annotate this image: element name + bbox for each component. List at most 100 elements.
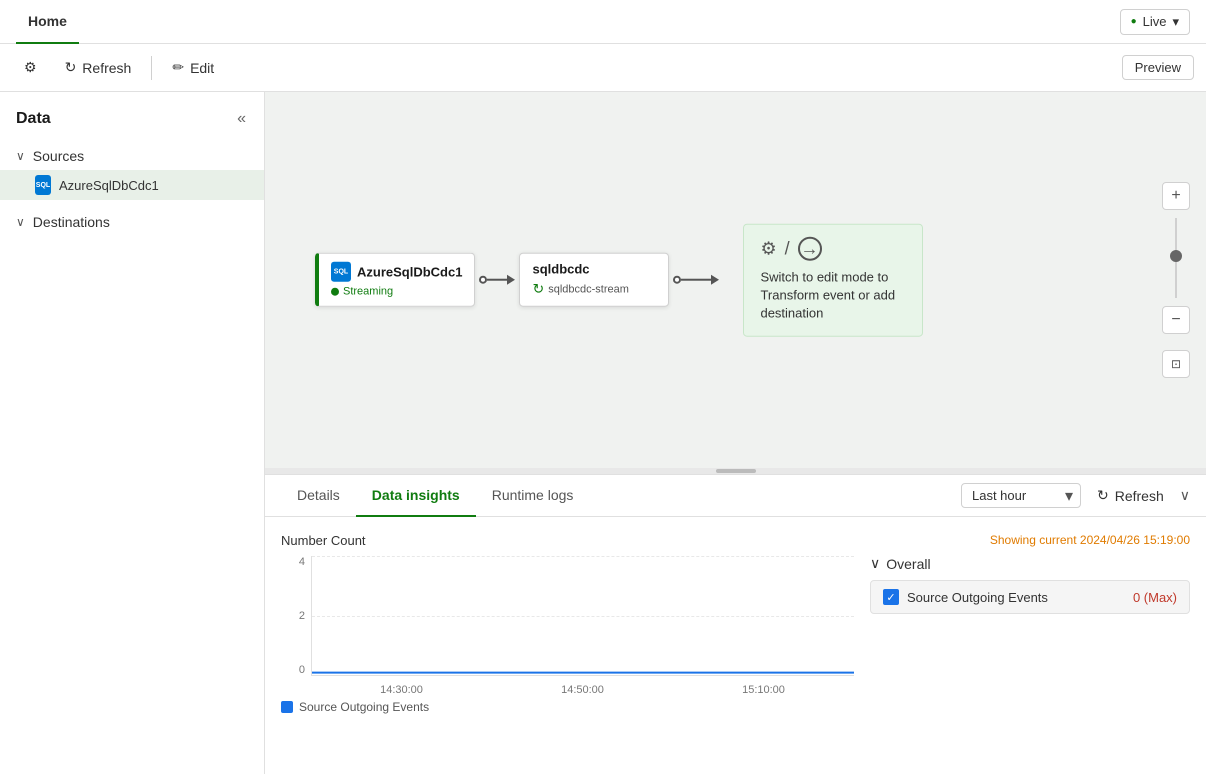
settings-button[interactable]: ⚙	[12, 53, 49, 82]
tab-runtime-logs[interactable]: Runtime logs	[476, 475, 590, 517]
chart-plot	[311, 556, 854, 676]
stream-icon: ↻	[532, 281, 544, 298]
canvas[interactable]: SQL AzureSqlDbCdc1 Streaming sq	[265, 92, 1206, 468]
tab-controls: Last hour Last 24 hours Last 7 days ↻ Re…	[961, 483, 1190, 508]
live-chevron-icon: ▾	[1172, 14, 1179, 30]
streaming-dot-icon	[331, 288, 339, 296]
source-node-title: SQL AzureSqlDbCdc1	[331, 262, 462, 282]
y-label-4: 4	[299, 556, 305, 568]
arrow-icon-1	[507, 275, 515, 285]
destinations-label: Destinations	[33, 214, 110, 230]
main-layout: Data « ∨ Sources SQL AzureSqlDbCdc1 ∨ De…	[0, 92, 1206, 774]
sidebar-title: Data	[16, 110, 51, 128]
source-node[interactable]: SQL AzureSqlDbCdc1 Streaming	[315, 253, 475, 307]
flow-container: SQL AzureSqlDbCdc1 Streaming sq	[315, 224, 923, 337]
refresh-icon: ↻	[65, 59, 77, 76]
panel-tabs: Details Data insights Runtime logs Last …	[265, 475, 1206, 517]
overall-chevron-icon: ∨	[870, 555, 880, 572]
overall-header[interactable]: ∨ Overall	[870, 555, 1190, 572]
preview-button[interactable]: Preview	[1122, 55, 1194, 80]
source-item-label: AzureSqlDbCdc1	[59, 178, 159, 193]
tooltip-gear-icon: ⚙	[760, 238, 776, 259]
chart-title: Number Count	[281, 533, 854, 548]
sources-chevron-icon: ∨	[16, 149, 25, 163]
toolbar: ⚙ ↻ Refresh ✏ Edit Preview	[0, 44, 1206, 92]
time-select[interactable]: Last hour Last 24 hours Last 7 days	[961, 483, 1081, 508]
live-badge[interactable]: ● Live ▾	[1120, 9, 1190, 35]
connector-1	[475, 275, 519, 285]
tab-home[interactable]: Home	[16, 0, 79, 44]
overall-section: ∨ Overall Source Outgoing Events 0 (Max)	[870, 555, 1190, 614]
tooltip-slash: /	[785, 238, 790, 259]
panel-expand-button[interactable]: ∨	[1180, 487, 1190, 504]
top-bar: Home ● Live ▾	[0, 0, 1206, 44]
stream-node-name: sqldbcdc	[532, 262, 656, 277]
zoom-thumb[interactable]	[1170, 250, 1182, 262]
zoom-controls: + − ⊡	[1162, 182, 1190, 378]
zoom-track[interactable]	[1175, 218, 1177, 298]
source-item-icon: SQL	[35, 177, 51, 193]
chart-area: Number Count 4 2 0	[265, 517, 1206, 774]
overall-label: Overall	[886, 556, 930, 572]
chart-left: Number Count 4 2 0	[281, 533, 854, 758]
metric-value: 0 (Max)	[1133, 590, 1177, 605]
chart-x-labels: 14:30:00 14:50:00 15:10:00	[311, 684, 854, 696]
arrow-icon-2	[711, 275, 719, 285]
chart-legend: Source Outgoing Events	[281, 700, 854, 714]
connector-2	[669, 275, 723, 285]
collapse-button[interactable]: «	[235, 108, 248, 130]
canvas-area: SQL AzureSqlDbCdc1 Streaming sq	[265, 92, 1206, 774]
y-label-2: 2	[299, 610, 305, 622]
resize-indicator	[716, 469, 756, 473]
panel-refresh-button[interactable]: ↻ Refresh	[1089, 483, 1172, 508]
sidebar-section-sources[interactable]: ∨ Sources	[0, 142, 264, 170]
connector-line-1	[487, 279, 507, 281]
legend-dot-icon	[281, 701, 293, 713]
connector-dot-right	[673, 276, 681, 284]
metric-checkbox[interactable]	[883, 589, 899, 605]
live-label: Live	[1143, 14, 1167, 29]
showing-text: Showing current 2024/04/26 15:19:00	[870, 533, 1190, 547]
tooltip-text: Switch to edit mode to Transform event o…	[760, 269, 906, 324]
source-node-status: Streaming	[331, 286, 462, 298]
y-label-0: 0	[299, 664, 305, 676]
zoom-out-button[interactable]: −	[1162, 306, 1190, 334]
edit-label: Edit	[190, 60, 214, 76]
panel-refresh-label: Refresh	[1115, 488, 1164, 504]
sidebar-header: Data «	[0, 104, 264, 142]
sidebar-section-destinations[interactable]: ∨ Destinations	[0, 208, 264, 236]
zoom-fit-button[interactable]: ⊡	[1162, 350, 1190, 378]
connector-dot-left	[479, 276, 487, 284]
destinations-chevron-icon: ∨	[16, 215, 25, 229]
live-dot-icon: ●	[1131, 16, 1137, 27]
tooltip-export-icon: →	[798, 237, 822, 261]
metric-row-source-outgoing: Source Outgoing Events 0 (Max)	[870, 580, 1190, 614]
chart-wrapper: 4 2 0	[281, 556, 854, 696]
tooltip-icons: ⚙ / →	[760, 237, 906, 261]
time-select-wrapper: Last hour Last 24 hours Last 7 days	[961, 483, 1081, 508]
tab-data-insights[interactable]: Data insights	[356, 475, 476, 517]
chart-right: Showing current 2024/04/26 15:19:00 ∨ Ov…	[870, 533, 1190, 758]
edit-icon: ✏	[172, 59, 184, 76]
sidebar-item-azuresqldbcdc1[interactable]: SQL AzureSqlDbCdc1	[0, 170, 264, 200]
x-label-2: 14:50:00	[561, 684, 604, 696]
edit-button[interactable]: ✏ Edit	[160, 53, 226, 82]
metric-name: Source Outgoing Events	[907, 590, 1125, 605]
grid-line-2	[312, 616, 854, 617]
refresh-label: Refresh	[82, 60, 131, 76]
stream-node-sub: ↻ sqldbcdc-stream	[532, 281, 656, 298]
panel-refresh-icon: ↻	[1097, 487, 1109, 504]
toolbar-separator	[151, 56, 152, 80]
legend-label: Source Outgoing Events	[299, 700, 429, 714]
grid-line-4	[312, 556, 854, 557]
tab-details[interactable]: Details	[281, 475, 356, 517]
source-sql-icon: SQL	[331, 262, 351, 282]
chart-y-axis: 4 2 0	[281, 556, 311, 676]
x-label-3: 15:10:00	[742, 684, 785, 696]
stream-node[interactable]: sqldbcdc ↻ sqldbcdc-stream	[519, 253, 669, 307]
bottom-panel: Details Data insights Runtime logs Last …	[265, 474, 1206, 774]
zoom-in-button[interactable]: +	[1162, 182, 1190, 210]
sources-label: Sources	[33, 148, 84, 164]
settings-icon: ⚙	[24, 59, 37, 76]
refresh-button[interactable]: ↻ Refresh	[53, 53, 144, 82]
